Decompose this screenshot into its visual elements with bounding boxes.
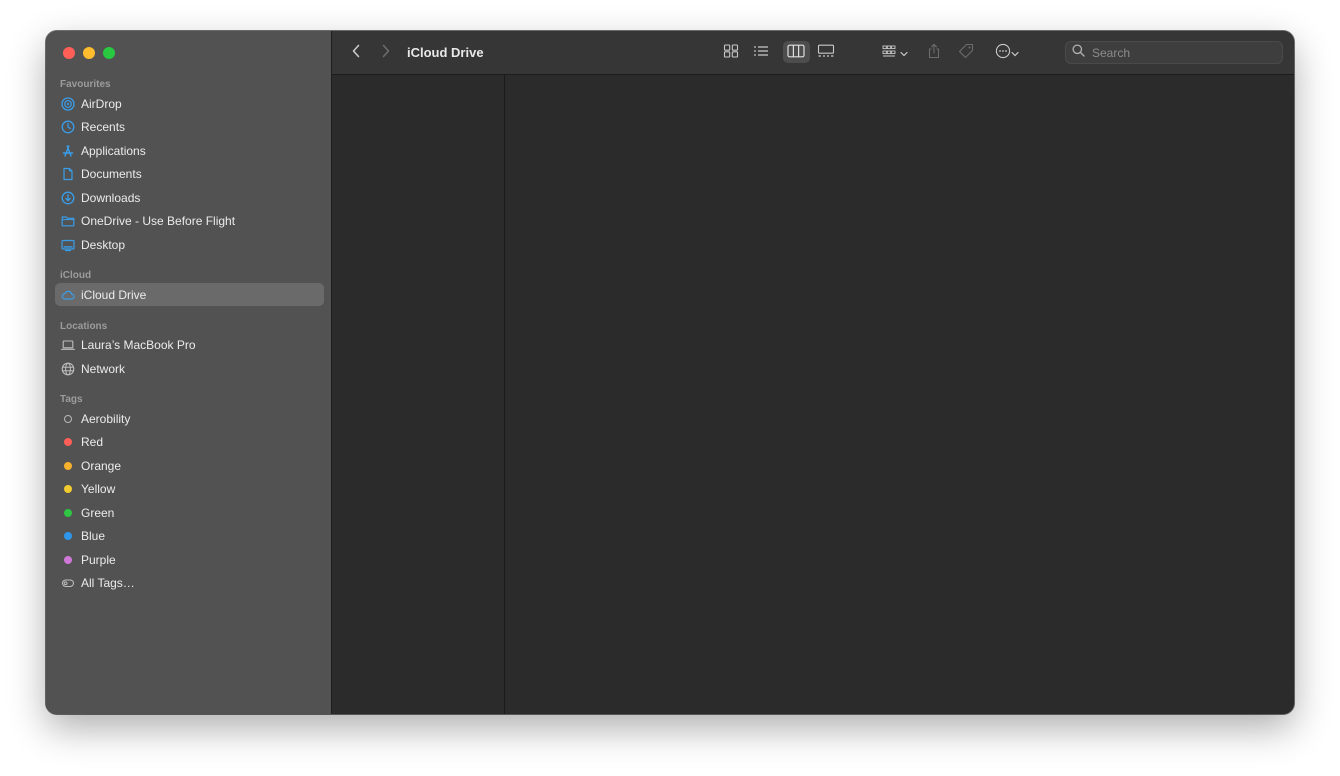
sidebar-item-label: Downloads: [81, 190, 141, 205]
sidebar-item-all-tags[interactable]: All Tags…: [55, 571, 324, 594]
zoom-button[interactable]: [103, 47, 115, 59]
globe-icon: [61, 362, 75, 376]
close-button[interactable]: [63, 47, 75, 59]
sidebar-item-label: All Tags…: [81, 575, 135, 590]
sidebar-item-recents[interactable]: Recents: [55, 115, 324, 138]
browser-column-2[interactable]: [505, 75, 1294, 714]
icon-view-button[interactable]: [720, 31, 742, 75]
share-button[interactable]: [924, 31, 944, 75]
section-header-icloud: iCloud: [60, 270, 92, 281]
sidebar-item-tag-yellow[interactable]: Yellow: [55, 477, 324, 500]
group-grid-icon: [882, 44, 900, 63]
sidebar-item-network[interactable]: Network: [55, 357, 324, 380]
gallery-view-button[interactable]: [815, 31, 837, 75]
sidebar-item-macbook[interactable]: Laura’s MacBook Pro: [55, 333, 324, 356]
applications-icon: [61, 144, 75, 158]
clock-icon: [61, 120, 75, 134]
sidebar-item-desktop[interactable]: Desktop: [55, 233, 324, 256]
list-view-button[interactable]: [750, 31, 772, 75]
sidebar-item-icloud-drive[interactable]: iCloud Drive: [55, 283, 324, 306]
sidebar-item-tag-green[interactable]: Green: [55, 501, 324, 524]
tag-orange-icon: [61, 459, 75, 473]
section-header-locations: Locations: [60, 321, 108, 332]
tag-green-icon: [61, 506, 75, 520]
finder-window: Favourites AirDrop Recents Applications …: [46, 31, 1294, 714]
forward-button[interactable]: [376, 31, 396, 75]
folder-icon: [61, 214, 75, 228]
tag-icon: [958, 43, 974, 64]
gallery-icon: [817, 44, 835, 63]
section-header-favourites: Favourites: [60, 79, 111, 90]
search-icon: [1072, 43, 1085, 62]
sidebar-item-label: Blue: [81, 528, 106, 543]
chevron-down-icon: [900, 44, 908, 62]
sidebar-item-label: Desktop: [81, 237, 126, 252]
sidebar-item-tag-orange[interactable]: Orange: [55, 454, 324, 477]
back-button[interactable]: [346, 31, 366, 75]
tag-yellow-icon: [61, 482, 75, 496]
all-tags-icon: [61, 576, 75, 590]
sidebar-item-label: Orange: [81, 458, 122, 473]
sidebar-item-label: Aerobility: [81, 411, 131, 426]
sidebar-item-applications[interactable]: Applications: [55, 139, 324, 162]
sidebar-item-label: iCloud Drive: [81, 287, 147, 302]
list-icon: [753, 44, 769, 63]
chevron-down-icon: [1011, 44, 1019, 62]
sidebar-item-documents[interactable]: Documents: [55, 162, 324, 185]
sidebar-item-tag-blue[interactable]: Blue: [55, 524, 324, 547]
ellipsis-circle-icon: [995, 43, 1011, 64]
sidebar-item-label: Purple: [81, 552, 116, 567]
tag-purple-icon: [61, 553, 75, 567]
window-title: iCloud Drive: [407, 45, 484, 60]
section-header-tags: Tags: [60, 394, 83, 405]
download-icon: [61, 191, 75, 205]
column-view-button[interactable]: [785, 31, 807, 75]
sidebar-item-label: Red: [81, 434, 104, 449]
cloud-icon: [61, 288, 75, 302]
more-actions-button[interactable]: [990, 31, 1024, 75]
tag-button[interactable]: [956, 31, 976, 75]
sidebar-item-downloads[interactable]: Downloads: [55, 186, 324, 209]
sidebar-item-tag-aerobility[interactable]: Aerobility: [55, 407, 324, 430]
document-icon: [61, 167, 75, 181]
sidebar-item-label: Laura’s MacBook Pro: [81, 337, 196, 352]
sidebar-item-label: Applications: [81, 143, 146, 158]
sidebar-item-onedrive[interactable]: OneDrive - Use Before Flight: [55, 209, 324, 232]
sidebar-item-airdrop[interactable]: AirDrop: [55, 92, 324, 115]
tag-hollow-icon: [61, 412, 75, 426]
search-field[interactable]: [1065, 41, 1283, 64]
toolbar: iCloud Drive: [332, 31, 1294, 75]
window-controls: [63, 47, 115, 59]
sidebar-item-label: Yellow: [81, 481, 116, 496]
sidebar-item-label: OneDrive - Use Before Flight: [81, 213, 236, 228]
sidebar-item-label: Recents: [81, 119, 126, 134]
sidebar-item-tag-red[interactable]: Red: [55, 430, 324, 453]
desktop-icon: [61, 238, 75, 252]
share-icon: [927, 43, 941, 64]
chevron-right-icon: [381, 44, 391, 63]
chevron-left-icon: [351, 44, 361, 63]
minimize-button[interactable]: [83, 47, 95, 59]
tag-red-icon: [61, 435, 75, 449]
columns-icon: [787, 44, 805, 63]
tag-blue-icon: [61, 529, 75, 543]
airdrop-icon: [61, 96, 75, 111]
main-content: iCloud Drive: [332, 31, 1294, 714]
sidebar-item-label: Green: [81, 505, 115, 520]
sidebar-item-label: AirDrop: [81, 96, 122, 111]
sidebar-item-tag-purple[interactable]: Purple: [55, 548, 324, 571]
sidebar: Favourites AirDrop Recents Applications …: [46, 31, 332, 714]
sidebar-item-label: Network: [81, 361, 126, 376]
search-input[interactable]: [1090, 44, 1274, 61]
browser-column-1[interactable]: [332, 75, 504, 714]
grid-icon: [723, 43, 739, 63]
laptop-icon: [61, 338, 75, 352]
group-by-button[interactable]: [878, 31, 912, 75]
sidebar-item-label: Documents: [81, 166, 142, 181]
